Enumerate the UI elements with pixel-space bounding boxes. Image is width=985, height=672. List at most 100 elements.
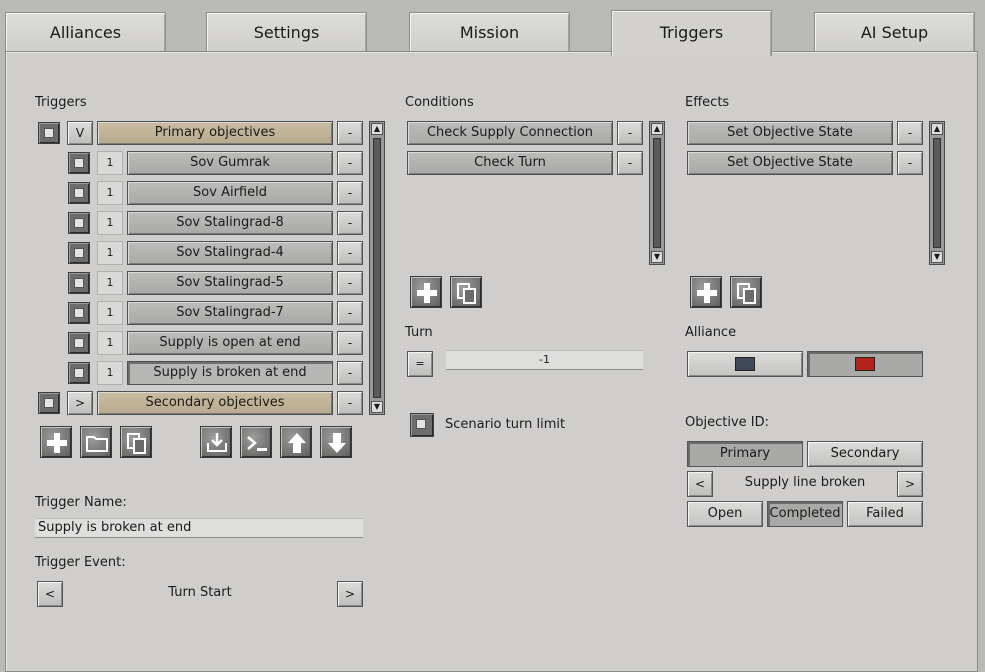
effects-heading: Effects [685,95,730,110]
trigger-count: 1 [97,331,123,355]
scroll-up-icon[interactable]: ▲ [651,123,663,135]
scroll-track[interactable] [653,138,661,248]
objective-state-completed[interactable]: Completed [767,501,843,527]
remove-trigger-button[interactable]: - [337,151,363,175]
copy-trigger-button[interactable] [120,426,152,458]
copy-icon [457,283,476,304]
trigger-count: 1 [97,241,123,265]
effect-item[interactable]: Set Objective State [687,151,893,175]
move-up-button[interactable] [280,426,312,458]
trigger-checkbox[interactable] [68,182,90,204]
console-button[interactable] [240,426,272,458]
trigger-event-next-button[interactable]: > [337,581,363,607]
alliance-1-button[interactable] [687,351,803,377]
scroll-up-icon[interactable]: ▲ [371,123,383,135]
trigger-item[interactable]: Sov Gumrak [127,151,333,175]
trigger-checkbox[interactable] [68,332,90,354]
condition-item[interactable]: Check Supply Connection [407,121,613,145]
alliance-2-button[interactable] [807,351,923,377]
trigger-item[interactable]: Sov Airfield [127,181,333,205]
arrow-up-icon [288,433,306,453]
trigger-item[interactable]: Sov Stalingrad-4 [127,241,333,265]
copy-condition-button[interactable] [450,276,482,308]
trigger-count: 1 [97,271,123,295]
trigger-checkbox[interactable] [68,242,90,264]
remove-effect-button[interactable]: - [897,121,923,145]
remove-group-primary-button[interactable]: - [337,121,363,145]
trigger-item[interactable]: Supply is open at end [127,331,333,355]
copy-icon [127,433,146,454]
tab-alliances[interactable]: Alliances [5,12,166,52]
trigger-count: 1 [97,211,123,235]
arrow-down-icon [328,433,346,453]
trigger-group-secondary[interactable]: Secondary objectives [97,391,333,415]
objective-next-button[interactable]: > [897,471,923,497]
scroll-track[interactable] [933,138,941,248]
effect-item[interactable]: Set Objective State [687,121,893,145]
remove-condition-button[interactable]: - [617,121,643,145]
scroll-down-icon[interactable]: ▼ [371,401,383,413]
remove-effect-button[interactable]: - [897,151,923,175]
group-primary-toggle[interactable]: V [67,121,93,145]
group-primary-checkbox[interactable] [38,122,60,144]
trigger-checkbox[interactable] [68,362,90,384]
tab-mission[interactable]: Mission [409,12,570,52]
scroll-track[interactable] [373,138,381,398]
trigger-name-input[interactable]: Supply is broken at end [35,518,363,538]
turn-value-input[interactable]: -1 [446,350,643,370]
conditions-heading: Conditions [405,95,474,110]
objective-state-failed[interactable]: Failed [847,501,923,527]
trigger-count: 1 [97,301,123,325]
objective-secondary-button[interactable]: Secondary [807,441,923,467]
triggers-heading: Triggers [35,95,87,110]
add-trigger-button[interactable] [40,426,72,458]
trigger-event-prev-button[interactable]: < [37,581,63,607]
plus-icon [697,283,717,303]
add-folder-button[interactable] [80,426,112,458]
objective-prev-button[interactable]: < [687,471,713,497]
turn-operator-button[interactable]: = [407,351,433,377]
import-trigger-button[interactable] [200,426,232,458]
trigger-item[interactable]: Sov Stalingrad-7 [127,301,333,325]
objective-state-open[interactable]: Open [687,501,763,527]
scroll-down-icon[interactable]: ▼ [931,251,943,263]
effects-scrollbar[interactable]: ▲ ▼ [929,121,945,265]
copy-icon [737,283,756,304]
copy-effect-button[interactable] [730,276,762,308]
condition-item[interactable]: Check Turn [407,151,613,175]
trigger-group-primary[interactable]: Primary objectives [97,121,333,145]
conditions-scrollbar[interactable]: ▲ ▼ [649,121,665,265]
tab-ai-setup[interactable]: AI Setup [814,12,975,52]
remove-condition-button[interactable]: - [617,151,643,175]
remove-trigger-button[interactable]: - [337,181,363,205]
remove-trigger-button[interactable]: - [337,331,363,355]
trigger-checkbox[interactable] [68,302,90,324]
add-effect-button[interactable] [690,276,722,308]
folder-icon [86,436,108,452]
trigger-item[interactable]: Sov Stalingrad-8 [127,211,333,235]
trigger-checkbox[interactable] [68,272,90,294]
trigger-checkbox[interactable] [68,152,90,174]
trigger-count: 1 [97,361,123,385]
remove-trigger-button[interactable]: - [337,211,363,235]
objective-name: Supply line broken [744,475,866,490]
group-secondary-checkbox[interactable] [38,392,60,414]
remove-trigger-button[interactable]: - [337,271,363,295]
trigger-checkbox[interactable] [68,212,90,234]
add-condition-button[interactable] [410,276,442,308]
tab-triggers[interactable]: Triggers [611,10,772,56]
triggers-scrollbar[interactable]: ▲ ▼ [369,121,385,415]
move-down-button[interactable] [320,426,352,458]
scenario-turn-limit-checkbox[interactable] [410,413,434,437]
group-secondary-toggle[interactable]: > [67,391,93,415]
remove-trigger-button[interactable]: - [337,301,363,325]
trigger-item[interactable]: Sov Stalingrad-5 [127,271,333,295]
objective-primary-button[interactable]: Primary [687,441,803,467]
tab-settings[interactable]: Settings [206,12,367,52]
scroll-up-icon[interactable]: ▲ [931,123,943,135]
remove-trigger-button[interactable]: - [337,241,363,265]
trigger-item-selected[interactable]: Supply is broken at end [127,361,333,385]
remove-trigger-button[interactable]: - [337,361,363,385]
scroll-down-icon[interactable]: ▼ [651,251,663,263]
remove-group-secondary-button[interactable]: - [337,391,363,415]
